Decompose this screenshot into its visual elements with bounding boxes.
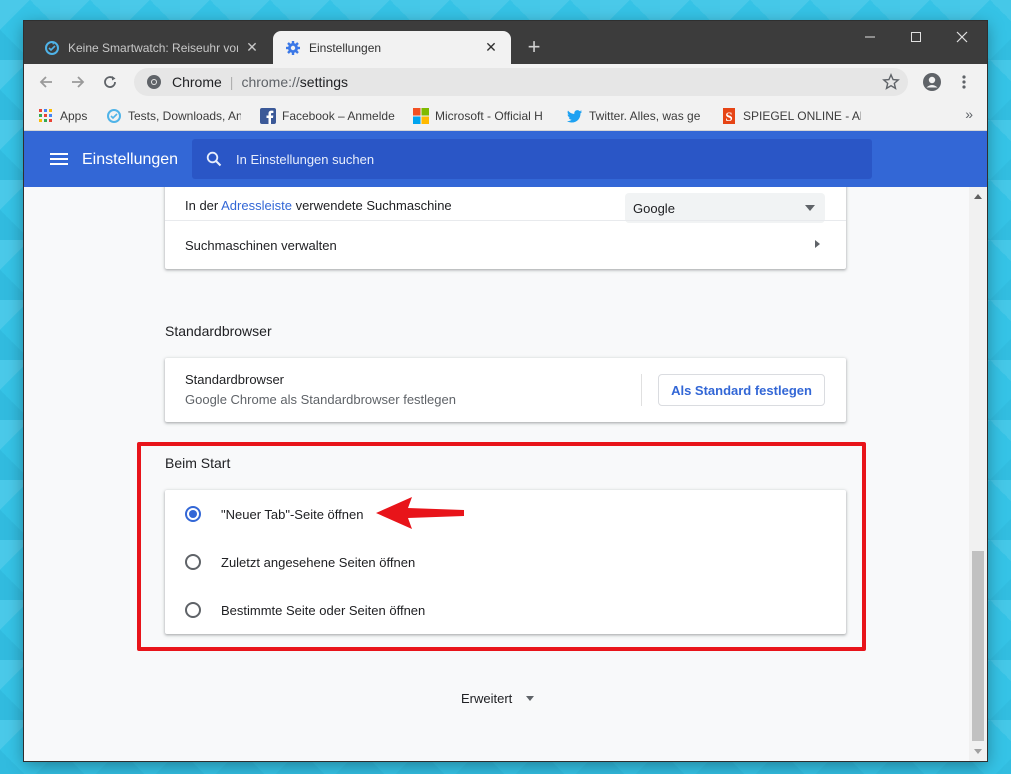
bookmarks-bar: Apps Tests, Downloads, An Facebook – Anm… xyxy=(24,100,987,131)
browser-window: Keine Smartwatch: Reiseuhr von ( ✕ Einst… xyxy=(24,21,987,761)
bookmark-apps[interactable]: Apps xyxy=(38,107,108,125)
bookmark-twitter[interactable]: Twitter. Alles, was ge xyxy=(567,107,705,125)
url-scheme: chrome:// xyxy=(241,74,300,90)
account-circle-icon xyxy=(923,73,941,91)
chrome-icon xyxy=(147,75,161,89)
label-prefix: In der xyxy=(185,198,222,213)
refresh-circle-icon xyxy=(44,40,60,56)
select-value: Google xyxy=(633,200,675,216)
tab-title: Einstellungen xyxy=(309,40,382,55)
address-separator: | xyxy=(229,74,234,90)
maximize-icon xyxy=(911,32,921,42)
make-default-button[interactable]: Als Standard festlegen xyxy=(658,374,825,406)
close-icon xyxy=(956,31,968,43)
bookmark-label: Apps xyxy=(60,109,88,123)
title-bar: Keine Smartwatch: Reiseuhr von ( ✕ Einst… xyxy=(24,21,987,64)
default-browser-subtitle: Google Chrome als Standardbrowser festle… xyxy=(185,392,456,407)
search-engine-card: In der Adressleiste verwendete Suchmasch… xyxy=(165,187,846,269)
microsoft-icon xyxy=(413,108,429,124)
settings-header: Einstellungen In Einstellungen suchen xyxy=(24,131,987,187)
toolbar: Chrome | chrome://settings xyxy=(24,64,987,100)
close-icon[interactable]: ✕ xyxy=(244,39,260,56)
chevron-right-icon xyxy=(815,240,820,248)
menu-icon[interactable] xyxy=(50,153,68,165)
default-browser-section-title: Standardbrowser xyxy=(165,323,272,339)
page-title: Einstellungen xyxy=(82,151,179,168)
back-button[interactable] xyxy=(34,70,58,94)
bookmarks-more-button[interactable]: » xyxy=(965,106,973,122)
settings-content: In der Adressleiste verwendete Suchmasch… xyxy=(24,187,969,761)
reload-button[interactable] xyxy=(98,70,122,94)
bookmark-label: Facebook – Anmelde xyxy=(282,109,395,123)
divider xyxy=(641,374,642,406)
close-window-button[interactable] xyxy=(939,25,985,49)
minimize-icon xyxy=(865,36,875,38)
advanced-label: Erweitert xyxy=(461,691,513,706)
minimize-button[interactable] xyxy=(847,25,893,49)
search-engine-label: In der Adressleiste verwendete Suchmasch… xyxy=(185,198,452,213)
apps-grid-icon xyxy=(39,109,52,122)
default-browser-card: Standardbrowser Google Chrome als Standa… xyxy=(165,358,846,422)
default-browser-title: Standardbrowser xyxy=(185,372,284,387)
scrollbar[interactable] xyxy=(969,187,987,761)
search-engine-select[interactable]: Google xyxy=(625,193,825,223)
bookmark-spiegel[interactable]: S SPIEGEL ONLINE - Ak xyxy=(721,107,861,125)
spiegel-icon: S xyxy=(723,108,735,124)
bookmark-label: Tests, Downloads, An xyxy=(128,109,241,123)
site-name: Chrome xyxy=(172,74,222,90)
settings-search-input[interactable]: In Einstellungen suchen xyxy=(192,139,872,179)
manage-search-engines-label: Suchmaschinen verwalten xyxy=(185,238,337,253)
search-placeholder: In Einstellungen suchen xyxy=(236,151,375,167)
bookmark-label: SPIEGEL ONLINE - Ak xyxy=(743,109,861,123)
maximize-button[interactable] xyxy=(893,25,939,49)
forward-button[interactable] xyxy=(66,70,90,94)
gear-icon xyxy=(285,40,301,56)
bookmark-tests[interactable]: Tests, Downloads, An xyxy=(106,107,241,125)
advanced-toggle[interactable]: Erweitert xyxy=(461,691,535,706)
search-icon xyxy=(206,151,222,167)
refresh-circle-icon xyxy=(107,109,121,123)
menu-button[interactable] xyxy=(952,70,976,94)
bookmark-label: Twitter. Alles, was ge xyxy=(589,109,701,123)
tab-smartwatch[interactable]: Keine Smartwatch: Reiseuhr von ( ✕ xyxy=(32,31,272,64)
tab-title: Keine Smartwatch: Reiseuhr von ( xyxy=(68,40,238,55)
search-engine-row: In der Adressleiste verwendete Suchmasch… xyxy=(165,190,846,223)
dropdown-arrow-icon xyxy=(805,205,815,211)
arrow-left-icon xyxy=(39,76,52,88)
bookmark-microsoft[interactable]: Microsoft - Official H xyxy=(413,107,549,125)
new-tab-button[interactable]: + xyxy=(522,35,546,59)
bookmark-label: Microsoft - Official H xyxy=(435,109,543,123)
red-arrow-icon xyxy=(376,497,464,529)
scrollbar-thumb[interactable] xyxy=(972,551,984,741)
label-suffix: verwendete Suchmaschine xyxy=(291,198,452,213)
address-bar[interactable]: Chrome | chrome://settings xyxy=(134,68,908,96)
more-vert-icon xyxy=(962,75,966,89)
bookmark-facebook[interactable]: Facebook – Anmelde xyxy=(260,107,398,125)
close-icon[interactable]: ✕ xyxy=(483,39,499,56)
highlight-box xyxy=(137,442,866,651)
svg-text:S: S xyxy=(725,109,732,124)
chevron-down-icon xyxy=(526,696,535,701)
scroll-down-icon[interactable] xyxy=(974,749,982,754)
reload-icon xyxy=(104,76,116,88)
facebook-icon xyxy=(260,108,276,124)
star-icon[interactable] xyxy=(882,73,900,94)
twitter-icon xyxy=(567,110,582,123)
address-bar-link[interactable]: Adressleiste xyxy=(221,198,292,213)
profile-button[interactable] xyxy=(920,70,944,94)
url-path: settings xyxy=(299,74,349,90)
arrow-right-icon xyxy=(72,76,85,88)
scroll-up-icon[interactable] xyxy=(974,194,982,199)
manage-search-engines-row[interactable]: Suchmaschinen verwalten xyxy=(165,221,846,269)
tab-settings[interactable]: Einstellungen ✕ xyxy=(273,31,511,64)
